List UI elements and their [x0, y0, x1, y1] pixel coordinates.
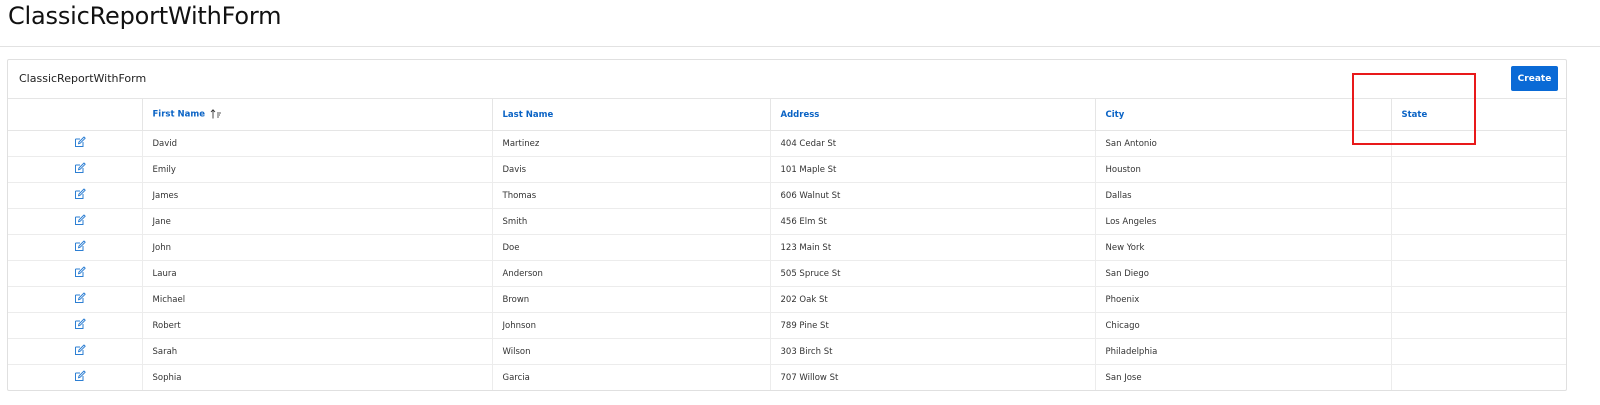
report-region: ClassicReportWithForm Create First Name [7, 59, 1567, 391]
edit-icon[interactable] [74, 136, 86, 148]
edit-icon[interactable] [74, 188, 86, 200]
cell-first-name: Robert [142, 312, 493, 339]
column-header-state[interactable]: State [1391, 99, 1566, 131]
cell-address: 456 Elm St [770, 208, 1096, 235]
edit-cell [8, 286, 143, 313]
cell-city: San Antonio [1095, 130, 1392, 157]
cell-first-name: Michael [142, 286, 493, 313]
cell-last-name: Garcia [492, 364, 771, 390]
column-header-last-name[interactable]: Last Name [492, 99, 771, 131]
cell-address: 202 Oak St [770, 286, 1096, 313]
region-title: ClassicReportWithForm [19, 72, 147, 85]
cell-address: 606 Walnut St [770, 182, 1096, 209]
cell-state [1391, 234, 1566, 261]
cell-first-name: James [142, 182, 493, 209]
cell-address: 404 Cedar St [770, 130, 1096, 157]
cell-city: San Diego [1095, 260, 1392, 287]
report-body: David Martinez 404 Cedar St San Antonio Emil… [8, 130, 1566, 391]
edit-icon[interactable] [74, 240, 86, 252]
cell-state [1391, 338, 1566, 365]
cell-first-name: John [142, 234, 493, 261]
cell-state [1391, 156, 1566, 183]
edit-cell [8, 234, 143, 261]
cell-last-name: Thomas [492, 182, 771, 209]
cell-state [1391, 182, 1566, 209]
cell-state [1391, 130, 1566, 157]
cell-last-name: Anderson [492, 260, 771, 287]
column-header-city[interactable]: City [1095, 99, 1392, 131]
cell-last-name: Wilson [492, 338, 771, 365]
edit-icon[interactable] [74, 214, 86, 226]
edit-cell [8, 182, 143, 209]
table-row: David Martinez 404 Cedar St San Antonio [8, 130, 1566, 157]
table-row: Laura Anderson 505 Spruce St San Diego [8, 260, 1566, 287]
edit-icon[interactable] [74, 162, 86, 174]
cell-last-name: Johnson [492, 312, 771, 339]
edit-cell [8, 364, 143, 390]
cell-first-name: Laura [142, 260, 493, 287]
region-header: ClassicReportWithForm Create [8, 60, 1566, 99]
edit-cell [8, 156, 143, 183]
cell-first-name: David [142, 130, 493, 157]
cell-address: 707 Willow St [770, 364, 1096, 390]
cell-first-name: Sophia [142, 364, 493, 390]
edit-cell [8, 130, 143, 157]
create-button[interactable]: Create [1511, 66, 1558, 91]
table-row: Michael Brown 202 Oak St Phoenix [8, 286, 1566, 313]
cell-last-name: Doe [492, 234, 771, 261]
cell-city: Los Angeles [1095, 208, 1392, 235]
sort-ascending-icon [210, 109, 221, 119]
cell-state [1391, 312, 1566, 339]
page-title: ClassicReportWithForm [8, 2, 282, 30]
edit-cell [8, 312, 143, 339]
cell-state [1391, 208, 1566, 235]
cell-city: Philadelphia [1095, 338, 1392, 365]
cell-last-name: Davis [492, 156, 771, 183]
edit-icon[interactable] [74, 344, 86, 356]
page-header: ClassicReportWithForm [0, 0, 1600, 47]
cell-address: 123 Main St [770, 234, 1096, 261]
cell-state [1391, 286, 1566, 313]
cell-city: Phoenix [1095, 286, 1392, 313]
table-row: John Doe 123 Main St New York [8, 234, 1566, 261]
edit-icon[interactable] [74, 370, 86, 382]
column-header-edit [8, 99, 143, 131]
edit-cell [8, 338, 143, 365]
cell-state [1391, 365, 1566, 391]
cell-state [1391, 260, 1566, 287]
cell-first-name: Jane [142, 208, 493, 235]
edit-cell [8, 208, 143, 235]
cell-city: San Jose [1095, 364, 1392, 390]
cell-city: New York [1095, 234, 1392, 261]
column-header-label: First Name [152, 109, 205, 120]
cell-city: Dallas [1095, 182, 1392, 209]
cell-last-name: Brown [492, 286, 771, 313]
edit-icon[interactable] [74, 318, 86, 330]
edit-cell [8, 260, 143, 287]
edit-icon[interactable] [74, 292, 86, 304]
table-row: James Thomas 606 Walnut St Dallas [8, 182, 1566, 209]
cell-address: 789 Pine St [770, 312, 1096, 339]
table-row: Jane Smith 456 Elm St Los Angeles [8, 208, 1566, 235]
cell-city: Houston [1095, 156, 1392, 183]
table-row: Sophia Garcia 707 Willow St San Jose [8, 364, 1566, 391]
table-row: Emily Davis 101 Maple St Houston [8, 156, 1566, 183]
cell-first-name: Emily [142, 156, 493, 183]
column-header-first-name[interactable]: First Name [142, 99, 493, 131]
table-row: Sarah Wilson 303 Birch St Philadelphia [8, 338, 1566, 365]
cell-address: 101 Maple St [770, 156, 1096, 183]
cell-city: Chicago [1095, 312, 1392, 339]
cell-last-name: Smith [492, 208, 771, 235]
table-row: Robert Johnson 789 Pine St Chicago [8, 312, 1566, 339]
cell-first-name: Sarah [142, 338, 493, 365]
report-table: First Name Last Name Address City State … [8, 99, 1566, 390]
edit-icon[interactable] [74, 266, 86, 278]
column-header-address[interactable]: Address [770, 99, 1096, 131]
cell-address: 303 Birch St [770, 338, 1096, 365]
cell-address: 505 Spruce St [770, 260, 1096, 287]
table-header-row: First Name Last Name Address City State [8, 99, 1566, 131]
cell-last-name: Martinez [492, 130, 771, 157]
